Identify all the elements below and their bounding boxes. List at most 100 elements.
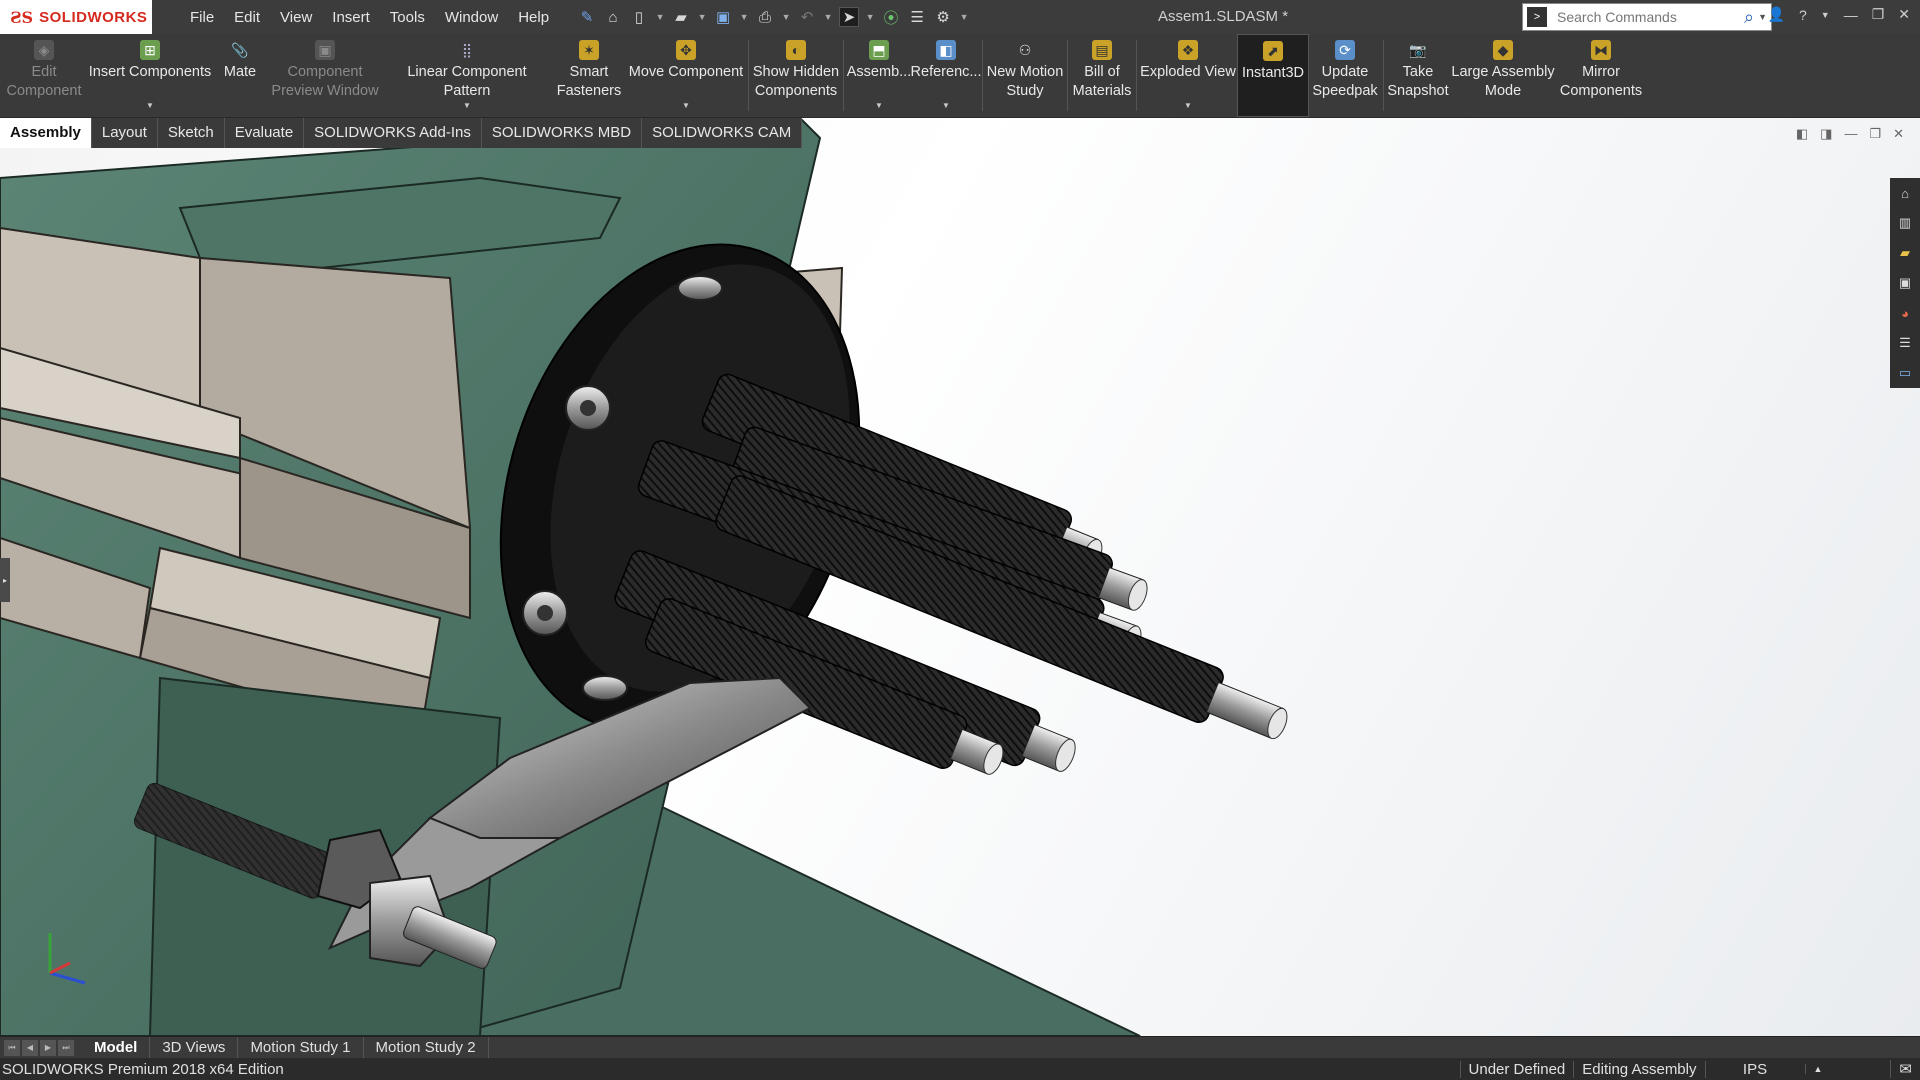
menu-help[interactable]: Help [510, 5, 557, 30]
component-preview-window-button[interactable]: ▣ Component Preview Window [268, 34, 382, 117]
print-icon[interactable]: ⎙ [755, 7, 775, 27]
search-commands[interactable]: > Search Commands ⌕ ▼ [1522, 3, 1772, 31]
mirror-components-button[interactable]: ⧓ Mirror Components [1556, 34, 1646, 117]
forum-icon[interactable]: ▭ [1895, 362, 1915, 384]
edit-component-button[interactable]: ◈ Edit Component [0, 34, 88, 117]
take-snapshot-button[interactable]: 📷 Take Snapshot [1386, 34, 1450, 117]
command-prompt-icon: > [1527, 7, 1547, 27]
chevron-down-icon[interactable]: ▼ [865, 7, 875, 27]
menu-edit[interactable]: Edit [226, 5, 268, 30]
large-assembly-mode-button[interactable]: ◆ Large Assembly Mode [1450, 34, 1556, 117]
feature-manager-toggle[interactable]: ▸ [0, 558, 10, 602]
traffic-light-icon[interactable]: ⦿ [881, 7, 901, 27]
open-icon[interactable]: ▰ [671, 7, 691, 27]
view-palette-icon[interactable]: ▣ [1895, 272, 1915, 294]
appearances-icon[interactable]: ◕ [1895, 302, 1915, 324]
chevron-down-icon[interactable]: ▼ [781, 7, 791, 27]
search-icon[interactable]: ⌕ [1744, 7, 1754, 28]
close-icon[interactable]: ✕ [1893, 126, 1904, 142]
chevron-down-icon[interactable]: ▼ [1758, 12, 1767, 22]
design-library-icon[interactable]: ▥ [1895, 212, 1915, 234]
menu-insert[interactable]: Insert [324, 5, 378, 30]
tab-evaluate[interactable]: Evaluate [225, 118, 305, 148]
chevron-down-icon[interactable]: ▼ [146, 96, 154, 115]
reference-triad[interactable] [40, 918, 100, 988]
smart-fasteners-button[interactable]: ✶ Smart Fasteners [552, 34, 626, 117]
update-speedpak-button[interactable]: ⟳ Update Speedpak [1309, 34, 1381, 117]
last-tab-icon[interactable]: ⏭ [58, 1039, 74, 1056]
linear-component-pattern-button[interactable]: ⣿ Linear Component Pattern ▼ [382, 34, 552, 117]
search-input[interactable]: Search Commands [1557, 9, 1744, 25]
solidworks-logo[interactable]: ƧS SOLIDWORKS [0, 0, 152, 34]
chevron-down-icon[interactable]: ▼ [1184, 96, 1192, 115]
mate-button[interactable]: 📎 Mate [212, 34, 268, 117]
new-document-icon[interactable]: ▯ [629, 7, 649, 27]
chevron-down-icon[interactable]: ▼ [875, 96, 883, 115]
tab-sketch[interactable]: Sketch [158, 118, 225, 148]
document-title: Assem1.SLDASM * [1158, 8, 1289, 25]
instant3d-button[interactable]: ⬈ Instant3D [1237, 34, 1309, 117]
chevron-down-icon[interactable]: ▼ [697, 7, 707, 27]
tab-model[interactable]: Model [82, 1036, 151, 1059]
save-icon[interactable]: ▣ [713, 7, 733, 27]
show-hidden-components-button[interactable]: ◐ Show Hidden Components [751, 34, 841, 117]
menu-view[interactable]: View [272, 5, 320, 30]
menu-tools[interactable]: Tools [382, 5, 433, 30]
chevron-down-icon[interactable]: ▼ [942, 96, 950, 115]
chevron-down-icon[interactable]: ▼ [823, 7, 833, 27]
help-icon[interactable]: ? [1799, 7, 1807, 23]
menu-window[interactable]: Window [437, 5, 506, 30]
chevron-down-icon[interactable]: ▼ [1821, 10, 1830, 20]
chat-icon[interactable]: ✉ [1890, 1060, 1920, 1078]
file-explorer-icon[interactable]: ▰ [1895, 242, 1915, 264]
pin-icon[interactable]: ✎ [577, 7, 597, 27]
tab-3d-views[interactable]: 3D Views [150, 1036, 239, 1059]
chevron-down-icon[interactable]: ▼ [959, 7, 969, 27]
units-selector[interactable]: IPS [1704, 1060, 1805, 1078]
menu-file[interactable]: File [182, 5, 222, 30]
tile-view-icon[interactable]: ◨ [1820, 126, 1832, 142]
user-icon[interactable]: 👤 [1768, 6, 1785, 23]
tab-mbd[interactable]: SOLIDWORKS MBD [482, 118, 643, 148]
chevron-down-icon[interactable]: ▼ [739, 7, 749, 27]
select-icon[interactable]: ➤ [839, 7, 860, 27]
gear-icon[interactable]: ⚙ [933, 7, 953, 27]
home-icon[interactable]: ⌂ [603, 7, 623, 27]
edition-label: SOLIDWORKS Premium 2018 x64 Edition [2, 1060, 284, 1078]
split-view-icon[interactable]: ◧ [1796, 126, 1808, 142]
prev-tab-icon[interactable]: ◀ [22, 1039, 38, 1056]
exploded-view-button[interactable]: ❖ Exploded View ▼ [1139, 34, 1237, 117]
new-motion-study-button[interactable]: ⚇ New Motion Study [985, 34, 1065, 117]
minimize-icon[interactable]: — [1844, 126, 1857, 142]
chevron-down-icon[interactable]: ▼ [463, 96, 471, 115]
move-component-button[interactable]: ✥ Move Component ▼ [626, 34, 746, 117]
chevron-down-icon[interactable]: ▼ [655, 7, 665, 27]
minimize-icon[interactable]: — [1844, 7, 1858, 23]
graphics-area[interactable]: ◧ ◨ — ❐ ✕ ⌂ ▥ ▰ ▣ ◕ ☰ ▭ ▸ [0, 118, 1920, 1036]
assembly-model[interactable] [0, 118, 1920, 1036]
assembly-features-button[interactable]: ⬒ Assemb... ▼ [846, 34, 912, 117]
bill-of-materials-button[interactable]: ▤ Bill of Materials [1070, 34, 1134, 117]
tab-assembly[interactable]: Assembly [0, 118, 92, 148]
cmd-label: Components [754, 83, 838, 99]
tab-motion-study-2[interactable]: Motion Study 2 [364, 1036, 489, 1059]
restore-icon[interactable]: ❐ [1869, 126, 1881, 142]
tab-cam[interactable]: SOLIDWORKS CAM [642, 118, 803, 148]
insert-components-button[interactable]: ⊞ Insert Components ▼ [88, 34, 212, 117]
tab-addins[interactable]: SOLIDWORKS Add-Ins [304, 118, 482, 148]
first-tab-icon[interactable]: ⏮ [4, 1039, 20, 1056]
z-axis [49, 971, 86, 985]
close-icon[interactable]: ✕ [1898, 6, 1910, 23]
undo-icon[interactable]: ↶ [797, 7, 817, 27]
motion-study-icon: ⚇ [1018, 41, 1032, 58]
custom-properties-icon[interactable]: ☰ [1895, 332, 1915, 354]
options-list-icon[interactable]: ☰ [907, 7, 927, 27]
tab-layout[interactable]: Layout [92, 118, 158, 148]
tab-motion-study-1[interactable]: Motion Study 1 [238, 1036, 364, 1059]
chevron-up-icon[interactable]: ▲ [1804, 1064, 1831, 1074]
next-tab-icon[interactable]: ▶ [40, 1039, 56, 1056]
home-icon[interactable]: ⌂ [1895, 182, 1915, 204]
reference-geometry-button[interactable]: ◧ Referenc... ▼ [911, 34, 981, 117]
restore-icon[interactable]: ❐ [1872, 6, 1885, 23]
chevron-down-icon[interactable]: ▼ [682, 96, 690, 115]
